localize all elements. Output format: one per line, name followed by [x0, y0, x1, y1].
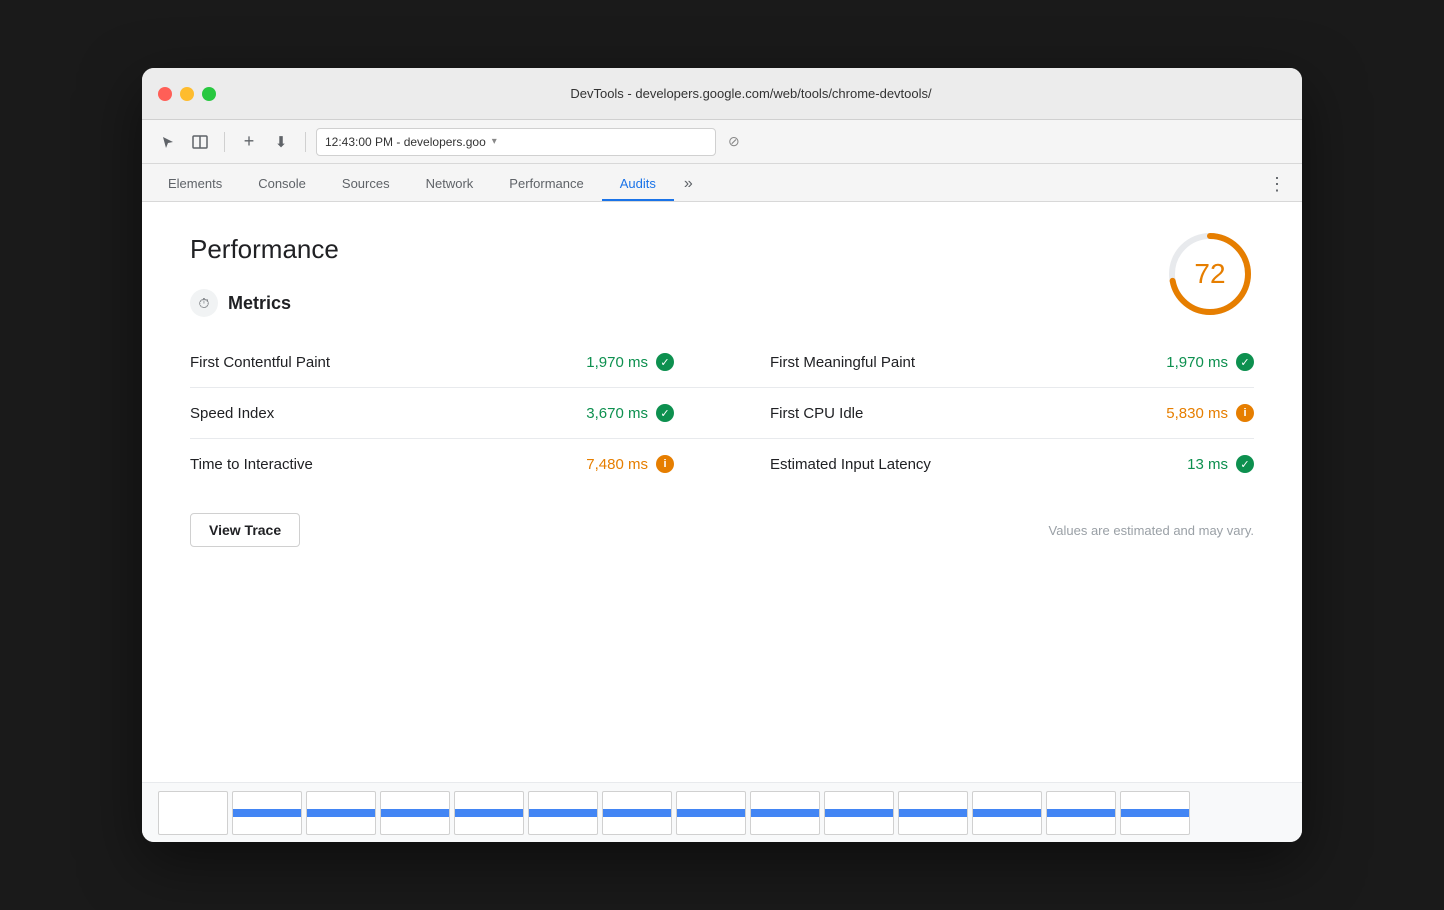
url-display[interactable]: 12:43:00 PM - developers.goo ▾	[316, 128, 716, 156]
no-entry-icon[interactable]: ⊘	[728, 133, 740, 150]
metric-row-tti: Time to Interactive 7,480 ms i	[190, 439, 722, 489]
film-thumb-12	[1046, 791, 1116, 835]
metric-value-fcp: 1,970 ms	[586, 354, 648, 371]
minimize-button[interactable]	[180, 87, 194, 101]
tabs-bar: Elements Console Sources Network Perform…	[142, 164, 1302, 202]
section-title: Performance	[190, 234, 1254, 265]
metric-value-group-fmp: 1,970 ms ✓	[1166, 353, 1254, 371]
film-thumb-7	[676, 791, 746, 835]
more-tabs-button[interactable]: »	[674, 167, 703, 201]
devtools-window: DevTools - developers.google.com/web/too…	[142, 68, 1302, 842]
tab-audits[interactable]: Audits	[602, 167, 674, 201]
check-icon-fcp: ✓	[656, 353, 674, 371]
film-thumb-1	[232, 791, 302, 835]
toolbar: + ⬇ 12:43:00 PM - developers.goo ▾ ⊘	[142, 120, 1302, 164]
window-controls	[158, 87, 216, 101]
cursor-icon[interactable]	[154, 128, 182, 156]
metric-value-fmp: 1,970 ms	[1166, 354, 1228, 371]
toolbar-divider	[224, 132, 225, 152]
add-recording-button[interactable]: +	[235, 128, 263, 156]
film-thumb-6	[602, 791, 672, 835]
performance-score-circle: 72	[1166, 230, 1254, 318]
metric-row-fmp: First Meaningful Paint 1,970 ms ✓	[722, 337, 1254, 388]
check-icon-si: ✓	[656, 404, 674, 422]
tab-console[interactable]: Console	[240, 167, 324, 201]
view-trace-button[interactable]: View Trace	[190, 513, 300, 547]
metric-name-fcp: First Contentful Paint	[190, 354, 330, 371]
film-thumb-0	[158, 791, 228, 835]
tab-sources[interactable]: Sources	[324, 167, 408, 201]
metric-value-group-eil: 13 ms ✓	[1187, 455, 1254, 473]
film-thumb-10	[898, 791, 968, 835]
metric-value-fci: 5,830 ms	[1166, 405, 1228, 422]
film-thumb-4	[454, 791, 524, 835]
film-thumb-5	[528, 791, 598, 835]
metric-name-tti: Time to Interactive	[190, 456, 313, 473]
info-icon-fci: i	[1236, 404, 1254, 422]
check-icon-eil: ✓	[1236, 455, 1254, 473]
film-thumb-11	[972, 791, 1042, 835]
dock-icon[interactable]	[186, 128, 214, 156]
film-thumb-3	[380, 791, 450, 835]
url-dropdown-arrow: ▾	[492, 136, 497, 147]
check-icon-fmp: ✓	[1236, 353, 1254, 371]
maximize-button[interactable]	[202, 87, 216, 101]
filmstrip	[142, 782, 1302, 842]
score-value: 72	[1194, 258, 1225, 290]
url-text: 12:43:00 PM - developers.goo	[325, 135, 486, 149]
close-button[interactable]	[158, 87, 172, 101]
metric-name-fmp: First Meaningful Paint	[770, 354, 915, 371]
film-thumb-2	[306, 791, 376, 835]
metric-value-group-tti: 7,480 ms i	[586, 455, 674, 473]
main-content: Performance 72 ⏱ Metrics	[142, 202, 1302, 782]
metric-value-eil: 13 ms	[1187, 456, 1228, 473]
metric-value-group-fcp: 1,970 ms ✓	[586, 353, 674, 371]
metric-value-group-fci: 5,830 ms i	[1166, 404, 1254, 422]
metric-row-si: Speed Index 3,670 ms ✓	[190, 388, 722, 439]
metrics-left-column: First Contentful Paint 1,970 ms ✓ Speed …	[190, 337, 722, 489]
metric-row-fcp: First Contentful Paint 1,970 ms ✓	[190, 337, 722, 388]
tab-performance[interactable]: Performance	[491, 167, 601, 201]
score-circle-container: 72	[1166, 230, 1254, 318]
metric-value-si: 3,670 ms	[586, 405, 648, 422]
download-button[interactable]: ⬇	[267, 128, 295, 156]
footer-note: Values are estimated and may vary.	[1049, 523, 1254, 538]
devtools-options-button[interactable]: ⋮	[1252, 167, 1302, 201]
metrics-icon: ⏱	[190, 289, 218, 317]
metrics-grid: First Contentful Paint 1,970 ms ✓ Speed …	[190, 337, 1254, 489]
metrics-title: Metrics	[228, 293, 291, 314]
film-thumb-9	[824, 791, 894, 835]
window-title: DevTools - developers.google.com/web/too…	[216, 86, 1286, 101]
filmstrip-thumbs	[158, 791, 1190, 835]
titlebar: DevTools - developers.google.com/web/too…	[142, 68, 1302, 120]
metric-name-eil: Estimated Input Latency	[770, 456, 931, 473]
metrics-header: ⏱ Metrics	[190, 289, 1254, 317]
tab-elements[interactable]: Elements	[150, 167, 240, 201]
metric-name-fci: First CPU Idle	[770, 405, 863, 422]
metric-value-group-si: 3,670 ms ✓	[586, 404, 674, 422]
metric-row-fci: First CPU Idle 5,830 ms i	[722, 388, 1254, 439]
toolbar-divider-2	[305, 132, 306, 152]
film-thumb-8	[750, 791, 820, 835]
metric-value-tti: 7,480 ms	[586, 456, 648, 473]
info-icon-tti: i	[656, 455, 674, 473]
metrics-right-column: First Meaningful Paint 1,970 ms ✓ First …	[722, 337, 1254, 489]
footer-row: View Trace Values are estimated and may …	[190, 509, 1254, 547]
metric-name-si: Speed Index	[190, 405, 274, 422]
tab-network[interactable]: Network	[408, 167, 492, 201]
metric-row-eil: Estimated Input Latency 13 ms ✓	[722, 439, 1254, 489]
film-thumb-13	[1120, 791, 1190, 835]
